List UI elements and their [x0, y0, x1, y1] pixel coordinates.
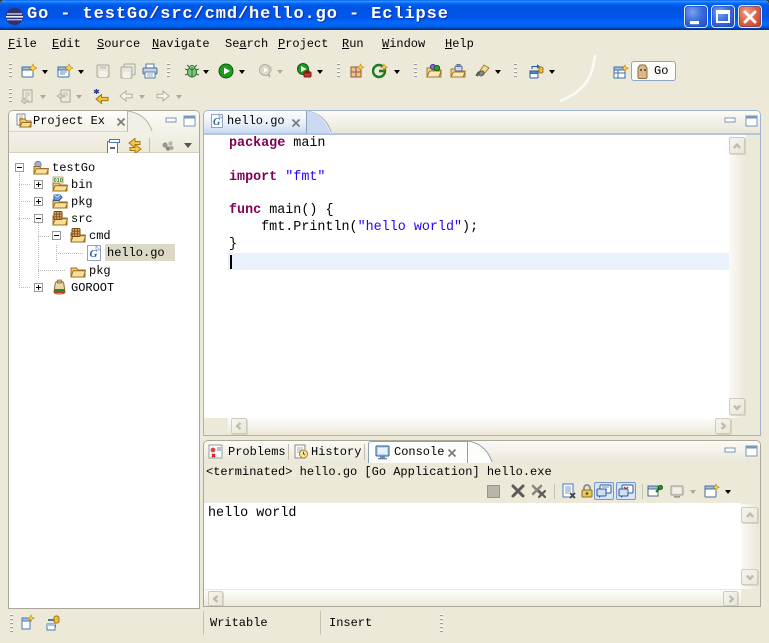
svg-text:G: G	[213, 117, 221, 128]
svg-text:G: G	[90, 248, 98, 260]
svg-text:010: 010	[54, 178, 63, 184]
